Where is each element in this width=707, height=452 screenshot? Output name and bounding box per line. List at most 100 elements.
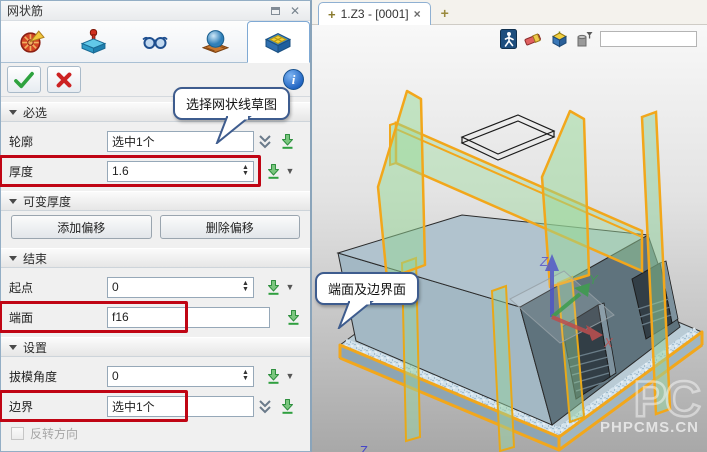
eraser-icon[interactable] <box>524 31 543 47</box>
thickness-spinner[interactable]: ▲▼ <box>239 162 252 181</box>
document-tabbar: + 1.Z3 - [0001] × + <box>312 0 707 25</box>
start-value: 0 <box>112 280 119 294</box>
check-icon <box>13 71 35 89</box>
tab-rib-box[interactable] <box>247 21 310 63</box>
tab-stamp[interactable] <box>62 21 123 62</box>
reverse-direction-label: 反转方向 <box>30 425 78 442</box>
cube-icon[interactable] <box>550 31 569 48</box>
callout-select-sketch: 选择网状线草图 <box>173 87 290 120</box>
restore-icon[interactable] <box>266 3 284 18</box>
ok-button[interactable] <box>7 66 41 93</box>
viewport: + 1.Z3 - [0001] × + <box>312 0 707 452</box>
callout-select-sketch-text: 选择网状线草图 <box>186 97 277 112</box>
pick-boundary-control[interactable] <box>276 398 298 415</box>
rib-box-icon <box>264 29 292 56</box>
axis-y-label: Y <box>589 272 599 287</box>
draft-angle-input[interactable]: 0 ▲▼ <box>107 366 254 387</box>
boundary-row: 边界 选中1个 <box>1 391 310 421</box>
tab-sphere[interactable] <box>185 21 246 62</box>
draft-angle-label: 拔模角度 <box>7 368 107 385</box>
section-end-label: 结束 <box>23 250 47 267</box>
green-pick-arrow-icon <box>266 279 281 296</box>
tab-close-icon[interactable]: × <box>414 7 421 21</box>
document-tab-title: 1.Z3 - [0001] <box>341 7 409 21</box>
pick-draft-control[interactable] <box>262 368 284 385</box>
axis-x-label: X <box>603 335 614 350</box>
pick-end-face-control[interactable] <box>282 309 304 326</box>
callout-tail <box>213 116 253 144</box>
tab-plus-icon: + <box>328 7 336 22</box>
model-canvas[interactable]: Z Y X 端面及边界面 PC PHPCMS.CN Z <box>312 25 707 452</box>
cancel-button[interactable] <box>47 66 81 93</box>
green-pick-arrow-icon <box>286 309 301 326</box>
collapse-triangle-icon <box>9 345 17 350</box>
panel-titlebar: 网状筋 ✕ <box>1 1 310 21</box>
end-face-value: f16 <box>112 310 129 324</box>
filter-icon[interactable] <box>576 31 593 48</box>
info-icon[interactable]: i <box>283 69 304 90</box>
section-variable-label: 可变厚度 <box>23 193 71 210</box>
double-chevron-down-icon <box>258 134 272 149</box>
tab-glasses[interactable] <box>124 21 185 62</box>
start-row: 起点 0 ▲▼ ▼ <box>1 272 310 302</box>
reverse-direction-row: 反转方向 <box>1 421 310 445</box>
panel-title: 网状筋 <box>7 2 264 19</box>
section-settings-label: 设置 <box>23 339 47 356</box>
collapse-triangle-icon <box>9 199 17 204</box>
double-chevron-down-icon <box>258 399 272 414</box>
section-settings[interactable]: 设置 <box>1 337 310 357</box>
remove-offset-button[interactable]: 删除偏移 <box>160 215 301 239</box>
viewport-toolbar <box>500 29 697 49</box>
offset-buttons-row: 添加偏移 删除偏移 <box>1 211 310 243</box>
boundary-label: 边界 <box>7 398 107 415</box>
callout-tail <box>335 301 375 329</box>
thickness-label: 厚度 <box>7 163 107 180</box>
pick-thickness-control[interactable] <box>262 163 284 180</box>
boundary-input[interactable]: 选中1个 <box>107 396 254 417</box>
pick-profile-control[interactable] <box>276 133 298 150</box>
draft-angle-row: 拔模角度 0 ▲▼ ▼ <box>1 361 310 391</box>
viewport-search-input[interactable] <box>600 31 697 47</box>
start-spinner[interactable]: ▲▼ <box>239 278 252 297</box>
profile-row: 轮廓 选中1个 <box>1 126 310 156</box>
end-face-input[interactable]: f16 <box>107 307 270 328</box>
section-required-label: 必选 <box>23 104 47 121</box>
start-label: 起点 <box>7 279 107 296</box>
wheel-icon <box>18 28 45 55</box>
exit-person-icon[interactable] <box>500 29 517 49</box>
section-end[interactable]: 结束 <box>1 248 310 268</box>
green-pick-arrow-icon <box>266 163 281 180</box>
section-variable-thickness[interactable]: 可变厚度 <box>1 191 310 211</box>
cancel-x-icon <box>55 71 73 89</box>
thickness-dropdown-caret[interactable]: ▼ <box>284 166 296 176</box>
add-offset-button[interactable]: 添加偏移 <box>11 215 152 239</box>
stamp-icon <box>80 28 107 55</box>
draft-angle-spinner[interactable]: ▲▼ <box>239 367 252 386</box>
tab-wheel[interactable] <box>1 21 62 62</box>
end-face-row: 端面 f16 <box>1 302 310 332</box>
end-face-label: 端面 <box>7 309 107 326</box>
expand-list-control[interactable] <box>254 134 276 149</box>
draft-dropdown-caret[interactable]: ▼ <box>284 371 296 381</box>
draft-angle-value: 0 <box>112 369 119 383</box>
mesh-rib-panel: 网状筋 ✕ <box>0 0 312 452</box>
axis-z-label: Z <box>539 254 549 269</box>
callout-end-face-text: 端面及边界面 <box>328 282 406 297</box>
collapse-triangle-icon <box>9 256 17 261</box>
app-window: { "colors": { "highlight_red": "#c00514"… <box>0 0 707 452</box>
start-dropdown-caret[interactable]: ▼ <box>284 282 296 292</box>
start-input[interactable]: 0 ▲▼ <box>107 277 254 298</box>
green-pick-arrow-icon <box>280 133 295 150</box>
reverse-direction-checkbox[interactable] <box>11 427 24 440</box>
thickness-input[interactable]: 1.6 ▲▼ <box>107 161 254 182</box>
new-tab-button[interactable]: + <box>441 5 449 24</box>
glasses-icon <box>141 28 169 55</box>
document-tab[interactable]: + 1.Z3 - [0001] × <box>318 2 431 25</box>
profile-label: 轮廓 <box>7 133 107 150</box>
expand-boundary-control[interactable] <box>254 399 276 414</box>
sketch-wireframe-rect <box>462 115 554 160</box>
thickness-value: 1.6 <box>112 164 129 178</box>
green-pick-arrow-icon <box>280 398 295 415</box>
close-icon[interactable]: ✕ <box>286 3 304 18</box>
pick-start-control[interactable] <box>262 279 284 296</box>
